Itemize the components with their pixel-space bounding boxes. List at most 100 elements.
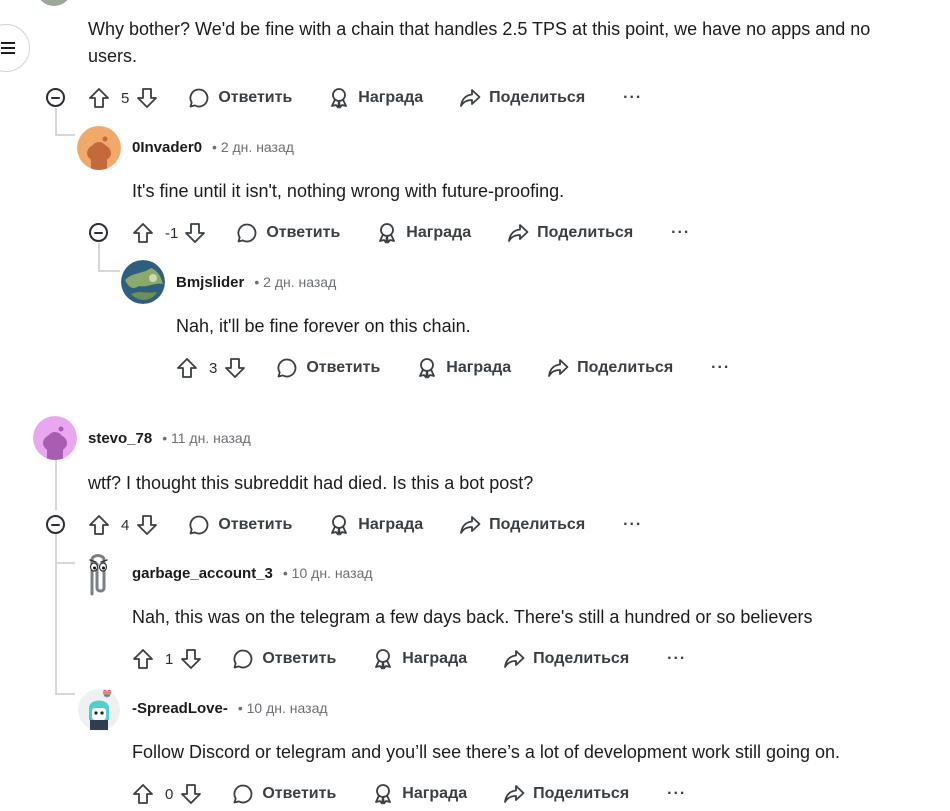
avatar <box>77 126 121 170</box>
share-button[interactable]: Поделиться <box>547 357 673 379</box>
avatar <box>121 260 165 304</box>
vote-count: 5 <box>121 89 130 107</box>
thread-line <box>55 562 75 564</box>
downvote-icon[interactable] <box>136 514 158 536</box>
share-icon <box>504 785 525 803</box>
reply-label: Ответить <box>218 516 293 533</box>
comment-text: Nah, this was on the telegram a few days… <box>132 607 813 627</box>
more-options-button[interactable]: ··· <box>623 89 642 107</box>
username[interactable]: -SpreadLove- <box>132 700 228 717</box>
vote-count: 3 <box>209 359 218 377</box>
comment-text: Follow Discord or telegram and you’ll se… <box>132 742 841 762</box>
downvote-icon[interactable] <box>180 783 202 805</box>
share-icon <box>508 224 529 242</box>
thread-line <box>55 534 57 694</box>
downvote-icon[interactable] <box>184 222 206 244</box>
reply-button[interactable]: Ответить <box>232 783 336 805</box>
comment-text: It's fine until it isn't, nothing wrong … <box>132 181 565 201</box>
award-label: Награда <box>402 650 468 667</box>
timestamp: • 10 дн. назад <box>237 700 328 716</box>
avatar <box>36 0 72 6</box>
upvote-icon[interactable] <box>176 357 198 379</box>
collapse-button[interactable] <box>46 515 65 534</box>
username[interactable]: Bmjslider <box>176 274 244 291</box>
action-bar: 1 Ответить Награда Поделиться ··· <box>132 647 686 671</box>
thread-line <box>55 108 57 136</box>
timestamp: • 11 дн. назад <box>162 430 251 446</box>
avatar <box>78 689 120 731</box>
award-button[interactable]: Награда <box>372 648 467 670</box>
reply-button[interactable]: Ответить <box>232 648 336 670</box>
action-bar: 5 Ответить Награда Поделиться ··· <box>88 86 642 110</box>
share-label: Поделиться <box>537 224 634 241</box>
menu-button[interactable] <box>0 24 30 72</box>
menu-icon <box>1 42 15 54</box>
timestamp: • 10 дн. назад <box>282 565 373 581</box>
award-icon <box>331 515 348 536</box>
share-button[interactable]: Поделиться <box>503 783 629 805</box>
award-icon <box>419 358 436 379</box>
reply-label: Ответить <box>218 89 293 106</box>
upvote-icon[interactable] <box>132 783 154 805</box>
comment-header: stevo_78 • 11 дн. назад <box>88 430 251 447</box>
comment-icon <box>189 515 209 535</box>
action-bar: -1 Ответить Награда Поделиться ··· <box>132 221 690 245</box>
award-icon <box>375 784 392 805</box>
award-button[interactable]: Награда <box>416 357 511 379</box>
comment-text: Why bother? We'd be fine with a chain th… <box>88 16 928 70</box>
username[interactable]: stevo_78 <box>88 430 152 447</box>
reply-button[interactable]: Ответить <box>188 87 292 109</box>
share-label: Поделиться <box>533 650 630 667</box>
comment-text-line: users. <box>88 46 138 66</box>
share-button[interactable]: Поделиться <box>459 514 585 536</box>
award-icon <box>331 88 348 109</box>
share-button[interactable]: Поделиться <box>507 222 633 244</box>
share-button[interactable]: Поделиться <box>503 648 629 670</box>
comment-header: -SpreadLove- • 10 дн. назад <box>132 700 328 717</box>
share-icon <box>548 359 569 377</box>
award-icon <box>379 223 396 244</box>
comment-header: Bmjslider • 2 дн. назад <box>176 274 336 291</box>
more-options-button[interactable]: ··· <box>667 785 686 803</box>
award-icon <box>375 649 392 670</box>
reply-button[interactable]: Ответить <box>188 514 292 536</box>
award-button[interactable]: Награда <box>376 222 471 244</box>
comment-text: Nah, it'll be fine forever on this chain… <box>176 316 471 336</box>
upvote-icon[interactable] <box>132 222 154 244</box>
vote-count: 0 <box>165 785 174 803</box>
vote-count: -1 <box>165 224 179 242</box>
reply-button[interactable]: Ответить <box>276 357 380 379</box>
award-label: Награда <box>358 89 424 106</box>
action-bar: 0 Ответить Награда Поделиться ··· <box>132 782 686 806</box>
comment-icon <box>277 358 297 378</box>
downvote-icon[interactable] <box>180 648 202 670</box>
comment-text-line: Why bother? We'd be fine with a chain th… <box>88 19 871 39</box>
more-options-button[interactable]: ··· <box>667 650 686 668</box>
thread-line <box>98 243 100 271</box>
share-label: Поделиться <box>577 359 674 376</box>
username[interactable]: garbage_account_3 <box>132 565 273 582</box>
comment-text: wtf? I thought this subreddit had died. … <box>88 473 534 493</box>
award-button[interactable]: Награда <box>328 514 423 536</box>
more-options-button[interactable]: ··· <box>711 359 730 377</box>
downvote-icon[interactable] <box>136 87 158 109</box>
thread-line <box>98 270 120 272</box>
action-bar: 4 Ответить Награда Поделиться ··· <box>88 513 642 537</box>
upvote-icon[interactable] <box>132 648 154 670</box>
timestamp: • 2 дн. назад <box>212 139 294 155</box>
more-options-button[interactable]: ··· <box>671 224 690 242</box>
reply-label: Ответить <box>262 650 337 667</box>
username[interactable]: 0Invader0 <box>132 139 202 156</box>
more-options-button[interactable]: ··· <box>623 516 642 534</box>
upvote-icon[interactable] <box>88 87 110 109</box>
downvote-icon[interactable] <box>224 357 246 379</box>
upvote-icon[interactable] <box>88 514 110 536</box>
collapse-button[interactable] <box>89 223 108 242</box>
collapse-button[interactable] <box>46 88 65 107</box>
comment-header: garbage_account_3 • 10 дн. назад <box>132 565 373 582</box>
reply-button[interactable]: Ответить <box>236 222 340 244</box>
award-button[interactable]: Награда <box>328 87 423 109</box>
action-bar: 3 Ответить Награда Поделиться ··· <box>176 356 730 380</box>
award-button[interactable]: Награда <box>372 783 467 805</box>
share-button[interactable]: Поделиться <box>459 87 585 109</box>
